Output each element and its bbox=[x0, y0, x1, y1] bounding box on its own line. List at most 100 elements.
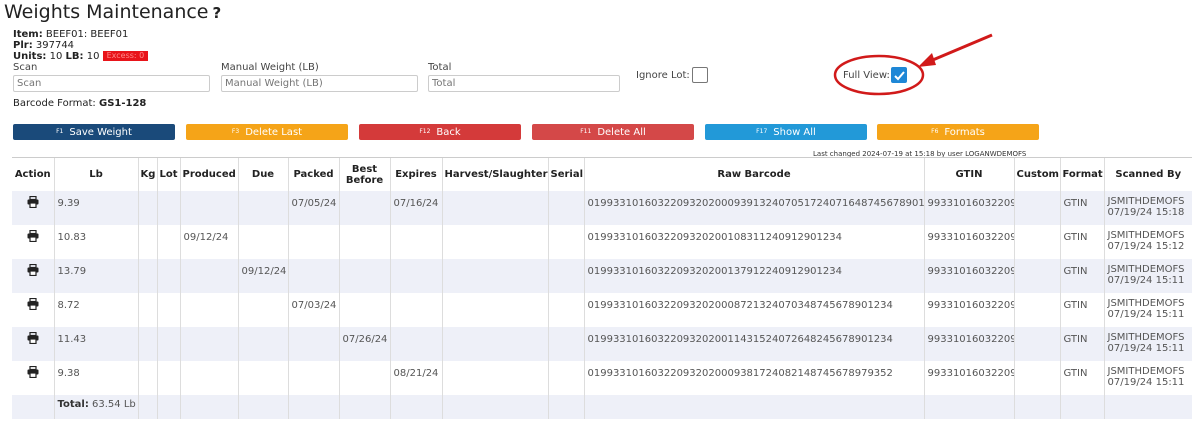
manual-weight-input[interactable] bbox=[221, 75, 418, 92]
printer-icon[interactable] bbox=[27, 331, 39, 347]
scan-input[interactable] bbox=[13, 75, 210, 92]
printer-icon[interactable] bbox=[27, 195, 39, 211]
cell-scanned-by: JSMITHDEMOFS 07/19/24 15:11 bbox=[1103, 361, 1192, 395]
col-format[interactable]: Format bbox=[1059, 157, 1104, 191]
col-expires[interactable]: Expires bbox=[389, 157, 442, 191]
cell-packed bbox=[287, 225, 339, 259]
cell-custom bbox=[1013, 327, 1060, 361]
show-all-label: Show All bbox=[773, 127, 816, 138]
ignore-lot-checkbox[interactable] bbox=[692, 67, 708, 83]
total-empty-cell bbox=[237, 395, 288, 419]
col-produced[interactable]: Produced bbox=[179, 157, 238, 191]
save-weight-key: F1 bbox=[56, 128, 64, 135]
action-cell bbox=[12, 259, 54, 293]
cell-format: GTIN bbox=[1059, 225, 1104, 259]
cell-lb: 9.39 bbox=[53, 191, 138, 225]
col-kg[interactable]: Kg bbox=[137, 157, 157, 191]
delete-all-button[interactable]: F11 Delete All bbox=[532, 124, 694, 140]
cell-custom bbox=[1013, 191, 1060, 225]
cell-gtin: 99331016032209 bbox=[923, 225, 1014, 259]
cell-gtin: 99331016032209 bbox=[923, 327, 1014, 361]
item-label: Item: bbox=[13, 29, 43, 40]
show-all-key: F17 bbox=[756, 128, 768, 135]
cell-serial bbox=[547, 361, 584, 395]
total-empty-cell bbox=[583, 395, 924, 419]
delete-last-label: Delete Last bbox=[245, 127, 303, 138]
cell-custom bbox=[1013, 293, 1060, 327]
show-all-button[interactable]: F17 Show All bbox=[705, 124, 867, 140]
cell-packed bbox=[287, 361, 339, 395]
col-packed[interactable]: Packed bbox=[287, 157, 339, 191]
cell-serial bbox=[547, 225, 584, 259]
cell-serial bbox=[547, 327, 584, 361]
col-raw-barcode[interactable]: Raw Barcode bbox=[583, 157, 924, 191]
cell-kg bbox=[137, 361, 157, 395]
cell-harvest bbox=[441, 259, 548, 293]
col-action[interactable]: Action bbox=[12, 157, 54, 191]
col-lb[interactable]: Lb bbox=[53, 157, 138, 191]
total-empty-cell bbox=[179, 395, 238, 419]
cell-best-before bbox=[338, 361, 390, 395]
scanned-by-user: JSMITHDEMOFS bbox=[1107, 366, 1185, 377]
help-icon[interactable]: ? bbox=[213, 4, 222, 22]
cell-scanned-by: JSMITHDEMOFS 07/19/24 15:11 bbox=[1103, 259, 1192, 293]
col-best-before[interactable]: Best Before bbox=[338, 157, 390, 191]
col-lot[interactable]: Lot bbox=[156, 157, 180, 191]
col-gtin[interactable]: GTIN bbox=[923, 157, 1014, 191]
cell-serial bbox=[547, 293, 584, 327]
col-due[interactable]: Due bbox=[237, 157, 288, 191]
printer-icon[interactable] bbox=[27, 365, 39, 381]
cell-custom bbox=[1013, 361, 1060, 395]
manual-weight-label: Manual Weight (LB) bbox=[221, 62, 319, 73]
col-scanned-by[interactable]: Scanned By bbox=[1103, 157, 1192, 191]
col-custom[interactable]: Custom bbox=[1013, 157, 1060, 191]
back-button[interactable]: F12 Back bbox=[359, 124, 521, 140]
plr-value: 397744 bbox=[35, 40, 75, 51]
cell-gtin: 99331016032209 bbox=[923, 361, 1014, 395]
cell-serial bbox=[547, 259, 584, 293]
delete-last-button[interactable]: F3 Delete Last bbox=[186, 124, 348, 140]
cell-best-before bbox=[338, 293, 390, 327]
table-row: 13.79 09/12/24 019933101603220932020013791… bbox=[12, 259, 1192, 293]
item-info: Item: BEEF01: BEEF01 bbox=[13, 29, 128, 40]
item-value: BEEF01: BEEF01 bbox=[45, 29, 129, 40]
excess-badge: Excess: 0 bbox=[102, 51, 149, 61]
cell-raw-barcode: 0199331016032209320200114315240726482456… bbox=[583, 327, 924, 361]
cell-produced bbox=[179, 259, 238, 293]
total-empty-cell bbox=[547, 395, 584, 419]
action-cell bbox=[12, 225, 54, 259]
cell-best-before bbox=[338, 191, 390, 225]
printer-icon[interactable] bbox=[27, 297, 39, 313]
cell-format: GTIN bbox=[1059, 259, 1104, 293]
cell-expires bbox=[389, 259, 442, 293]
cell-due bbox=[237, 361, 288, 395]
cell-due bbox=[237, 293, 288, 327]
col-serial[interactable]: Serial bbox=[547, 157, 584, 191]
total-empty-cell bbox=[12, 395, 54, 419]
cell-lb: 9.38 bbox=[53, 361, 138, 395]
total-input[interactable] bbox=[428, 75, 620, 92]
back-key: F12 bbox=[419, 128, 431, 135]
cell-lot bbox=[156, 327, 180, 361]
cell-harvest bbox=[441, 225, 548, 259]
scanned-by-time: 07/19/24 15:12 bbox=[1107, 241, 1185, 252]
scanned-by-time: 07/19/24 15:11 bbox=[1107, 377, 1185, 388]
cell-expires bbox=[389, 327, 442, 361]
weights-table: Action Lb Kg Lot Produced Due Packed Bes… bbox=[12, 157, 1192, 419]
save-weight-button[interactable]: F1 Save Weight bbox=[13, 124, 175, 140]
printer-icon[interactable] bbox=[27, 229, 39, 245]
cell-raw-barcode: 0199331016032209320200087213240703487456… bbox=[583, 293, 924, 327]
total-label: Total bbox=[428, 62, 452, 73]
total-empty-cell bbox=[1013, 395, 1060, 419]
cell-raw-barcode: 0199331016032209320200108311240912901234 bbox=[583, 225, 924, 259]
total-empty-cell bbox=[287, 395, 339, 419]
cell-kg bbox=[137, 259, 157, 293]
printer-icon[interactable] bbox=[27, 263, 39, 279]
col-harvest[interactable]: Harvest/Slaughter bbox=[441, 157, 548, 191]
cell-due: 09/12/24 bbox=[237, 259, 288, 293]
cell-due bbox=[237, 191, 288, 225]
formats-button[interactable]: F6 Formats bbox=[877, 124, 1039, 140]
cell-custom bbox=[1013, 259, 1060, 293]
scanned-by-time: 07/19/24 15:18 bbox=[1107, 207, 1185, 218]
cell-lb: 10.83 bbox=[53, 225, 138, 259]
